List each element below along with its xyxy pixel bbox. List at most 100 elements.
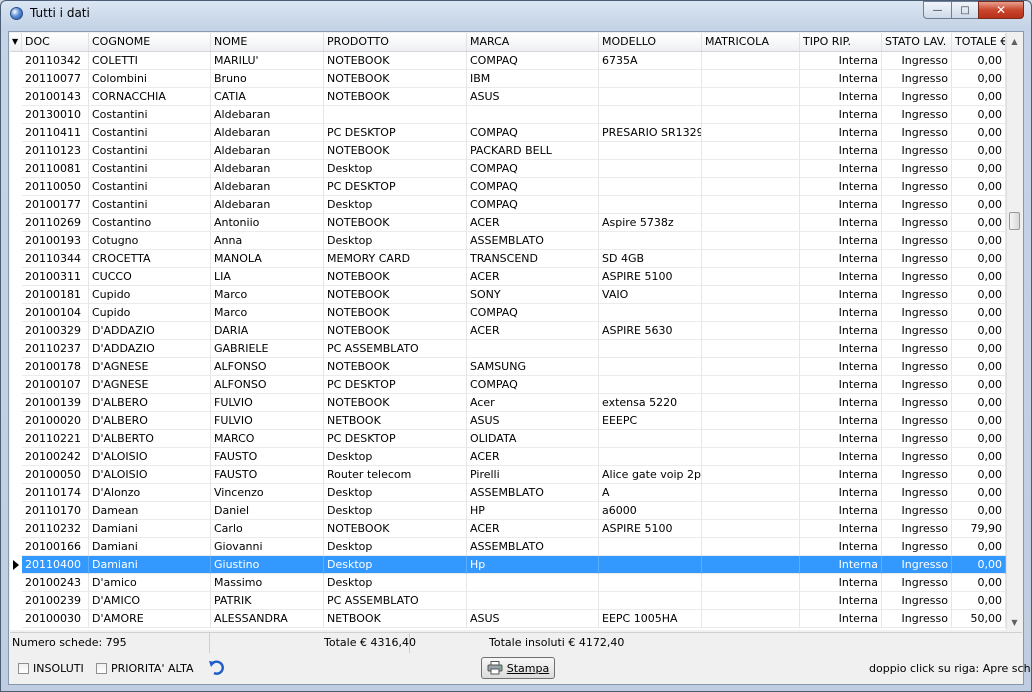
table-cell[interactable]	[702, 322, 800, 340]
table-cell[interactable]: Damiani	[89, 520, 211, 538]
row-indicator[interactable]	[10, 412, 22, 430]
table-cell[interactable]: CUCCO	[89, 268, 211, 286]
table-cell[interactable]: 0,00	[952, 268, 1006, 286]
table-cell[interactable]: Ingresso	[882, 376, 952, 394]
table-cell[interactable]: 0,00	[952, 358, 1006, 376]
table-cell[interactable]: 20110269	[22, 214, 89, 232]
table-cell[interactable]	[702, 538, 800, 556]
table-cell[interactable]	[702, 52, 800, 70]
table-cell[interactable]: Interna	[800, 160, 882, 178]
table-cell[interactable]: 20110170	[22, 502, 89, 520]
table-cell[interactable]	[467, 592, 599, 610]
table-cell[interactable]	[702, 592, 800, 610]
row-indicator[interactable]	[10, 610, 22, 628]
table-cell[interactable]	[702, 232, 800, 250]
table-cell[interactable]: Desktop	[324, 502, 467, 520]
table-cell[interactable]: a6000	[599, 502, 702, 520]
close-button[interactable]: ✕	[978, 1, 1024, 19]
table-cell[interactable]: 20100020	[22, 412, 89, 430]
table-cell[interactable]: Costantini	[89, 106, 211, 124]
table-cell[interactable]: Bruno	[211, 70, 324, 88]
table-cell[interactable]: 20100311	[22, 268, 89, 286]
table-cell[interactable]: ALESSANDRA	[211, 610, 324, 628]
table-cell[interactable]: 0,00	[952, 70, 1006, 88]
table-cell[interactable]	[702, 448, 800, 466]
row-indicator[interactable]	[10, 430, 22, 448]
table-cell[interactable]: Marco	[211, 304, 324, 322]
table-cell[interactable]: 79,90	[952, 520, 1006, 538]
table-cell[interactable]: COMPAQ	[467, 160, 599, 178]
column-header[interactable]: MARCA	[467, 33, 599, 51]
table-cell[interactable]	[599, 70, 702, 88]
table-cell[interactable]: ASPIRE 5100	[599, 520, 702, 538]
table-row[interactable]: 20100311 CUCCO LIA NOTEBOOK ACER ASPIRE 5100 I…	[10, 268, 1006, 286]
table-cell[interactable]: Costantini	[89, 178, 211, 196]
table-cell[interactable]: 0,00	[952, 484, 1006, 502]
row-indicator[interactable]	[10, 538, 22, 556]
table-cell[interactable]	[702, 520, 800, 538]
table-cell[interactable]: Interna	[800, 592, 882, 610]
table-cell[interactable]: Ingresso	[882, 52, 952, 70]
table-cell[interactable]	[467, 340, 599, 358]
row-indicator[interactable]	[10, 160, 22, 178]
table-cell[interactable]: Interna	[800, 250, 882, 268]
table-cell[interactable]: Giustino	[211, 556, 324, 574]
table-row[interactable]: 20100107 D'AGNESE ALFONSO PC DESKTOP COMPAQ I…	[10, 376, 1006, 394]
table-cell[interactable]: 0,00	[952, 232, 1006, 250]
table-cell[interactable]: 20110081	[22, 160, 89, 178]
table-row[interactable]: 20110221 D'ALBERTO MARCO PC DESKTOP OLIDATA I…	[10, 430, 1006, 448]
table-cell[interactable]: Interna	[800, 610, 882, 628]
table-cell[interactable]: Interna	[800, 412, 882, 430]
table-cell[interactable]: ASPIRE 5630	[599, 322, 702, 340]
row-indicator[interactable]	[10, 484, 22, 502]
table-cell[interactable]: PC DESKTOP	[324, 376, 467, 394]
table-cell[interactable]: Ingresso	[882, 106, 952, 124]
table-cell[interactable]	[702, 214, 800, 232]
table-row[interactable]: 20100178 D'AGNESE ALFONSO NOTEBOOK SAMSUNG In…	[10, 358, 1006, 376]
table-cell[interactable]	[702, 70, 800, 88]
column-header[interactable]: TIPO RIP.	[800, 33, 882, 51]
table-cell[interactable]: COMPAQ	[467, 376, 599, 394]
table-cell[interactable]: 20110077	[22, 70, 89, 88]
table-cell[interactable]: Ingresso	[882, 88, 952, 106]
table-row[interactable]: 20130010 Costantini Aldebaran Interna Ingres…	[10, 106, 1006, 124]
table-cell[interactable]: ASUS	[467, 610, 599, 628]
table-cell[interactable]	[702, 106, 800, 124]
table-cell[interactable]: Interna	[800, 484, 882, 502]
table-cell[interactable]: Ingresso	[882, 196, 952, 214]
table-cell[interactable]: 0,00	[952, 142, 1006, 160]
row-indicator[interactable]	[10, 304, 22, 322]
table-cell[interactable]: NETBOOK	[324, 412, 467, 430]
table-cell[interactable]: PC ASSEMBLATO	[324, 340, 467, 358]
table-cell[interactable]: COMPAQ	[467, 196, 599, 214]
table-cell[interactable]	[599, 340, 702, 358]
table-cell[interactable]: 20110232	[22, 520, 89, 538]
table-cell[interactable]: Marco	[211, 286, 324, 304]
table-cell[interactable]: 0,00	[952, 340, 1006, 358]
table-cell[interactable]: Ingresso	[882, 304, 952, 322]
table-cell[interactable]	[702, 160, 800, 178]
table-cell[interactable]: ASSEMBLATO	[467, 538, 599, 556]
table-cell[interactable]: Anna	[211, 232, 324, 250]
row-indicator[interactable]	[10, 70, 22, 88]
table-cell[interactable]: FULVIO	[211, 394, 324, 412]
table-cell[interactable]: 20110342	[22, 52, 89, 70]
table-cell[interactable]: Ingresso	[882, 250, 952, 268]
table-cell[interactable]: 50,00	[952, 610, 1006, 628]
table-cell[interactable]: Interna	[800, 214, 882, 232]
table-cell[interactable]	[702, 88, 800, 106]
row-indicator[interactable]	[10, 250, 22, 268]
column-header[interactable]: TOTALE €	[952, 33, 1006, 51]
table-cell[interactable]: ACER	[467, 520, 599, 538]
table-cell[interactable]: 0,00	[952, 592, 1006, 610]
table-cell[interactable]	[467, 106, 599, 124]
table-cell[interactable]: Giovanni	[211, 538, 324, 556]
row-indicator[interactable]	[10, 178, 22, 196]
table-cell[interactable]: Aldebaran	[211, 142, 324, 160]
table-cell[interactable]: 0,00	[952, 124, 1006, 142]
row-indicator[interactable]	[10, 214, 22, 232]
table-cell[interactable]: 0,00	[952, 106, 1006, 124]
table-cell[interactable]: TRANSCEND	[467, 250, 599, 268]
table-cell[interactable]	[702, 340, 800, 358]
undo-icon[interactable]	[208, 659, 226, 677]
